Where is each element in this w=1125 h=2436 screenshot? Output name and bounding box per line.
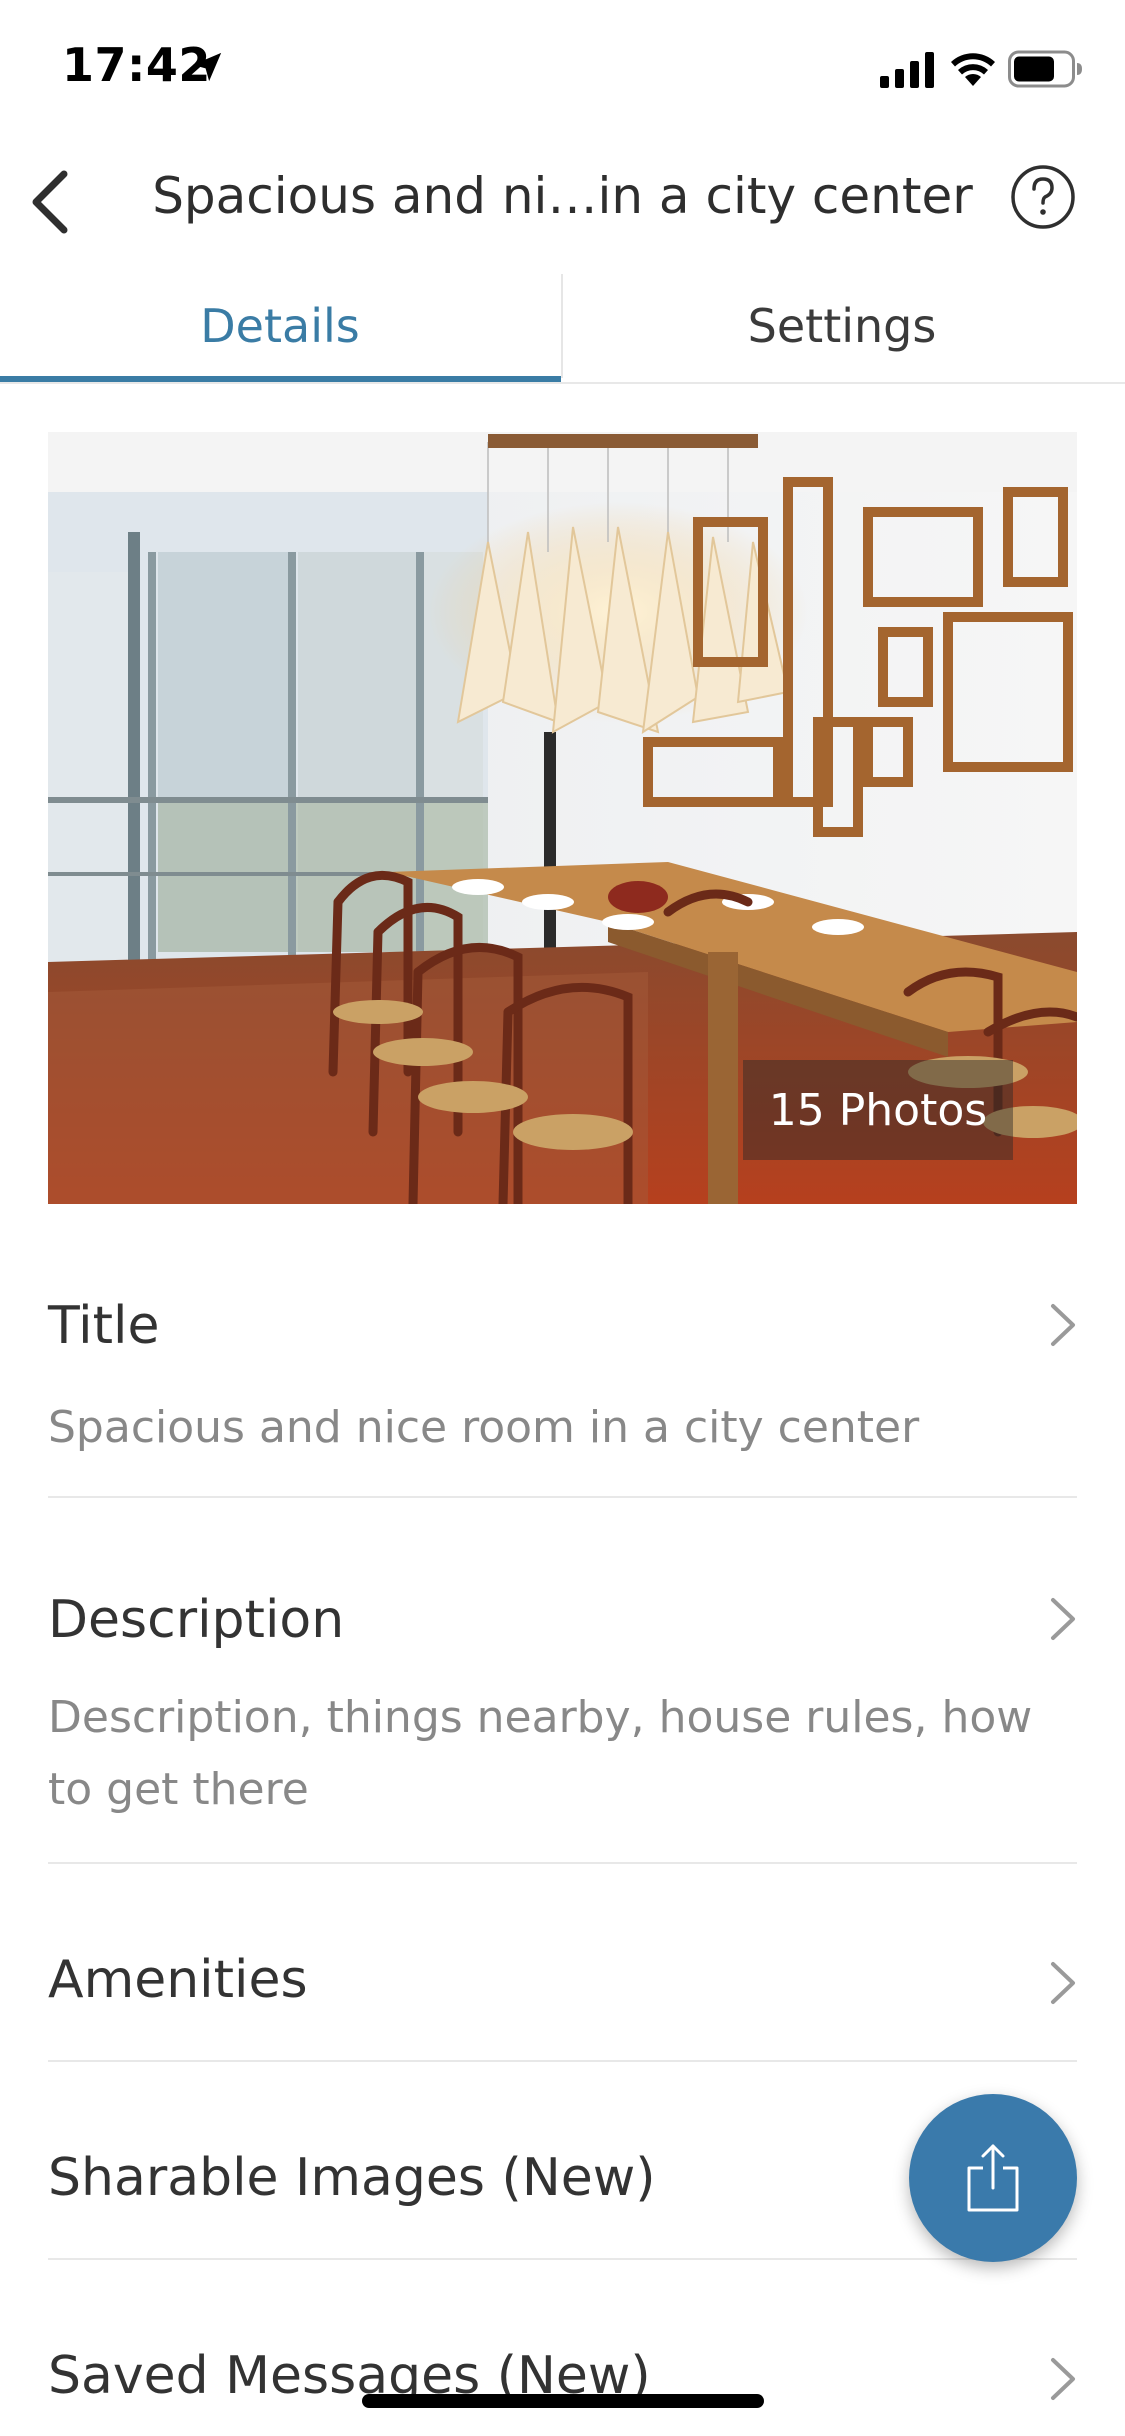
- row-amenities-label: Amenities: [48, 1950, 308, 2010]
- photo-count-badge: 15 Photos: [743, 1060, 1013, 1160]
- saved-messages-row[interactable]: Saved Messages (New): [48, 2346, 1077, 2426]
- wifi-icon: [951, 53, 995, 86]
- amenities-row[interactable]: Amenities: [48, 1950, 1077, 2030]
- chevron-right-icon: [1051, 2358, 1075, 2400]
- active-tab-indicator: [0, 376, 561, 382]
- status-bar: 17:42: [0, 0, 1125, 140]
- chevron-right-icon: [1051, 1598, 1075, 1640]
- tab-details[interactable]: Details: [0, 270, 560, 382]
- divider: [48, 2258, 1077, 2260]
- cellular-signal-icon: [880, 52, 934, 88]
- battery-icon: [1008, 50, 1082, 88]
- divider: [48, 1496, 1077, 1498]
- tab-settings[interactable]: Settings: [562, 270, 1122, 382]
- tab-bar: Details Settings: [0, 270, 1125, 384]
- listing-details-screen: 17:42 Spacious and ni…in a city center D…: [0, 0, 1125, 2436]
- status-time: 17:42: [62, 38, 211, 92]
- row-sharable-images-label: Sharable Images (New): [48, 2148, 656, 2208]
- share-button[interactable]: [909, 2094, 1077, 2262]
- description-row[interactable]: Description Description, things nearby, …: [48, 1590, 1077, 1860]
- row-title-value: Spacious and nice room in a city center: [48, 1402, 920, 1453]
- question-circle-icon[interactable]: [1010, 164, 1076, 230]
- share-icon: [967, 2144, 1019, 2212]
- row-title-label: Title: [48, 1296, 160, 1356]
- navigation-bar: Spacious and ni…in a city center: [0, 140, 1125, 260]
- page-title: Spacious and ni…in a city center: [152, 167, 973, 225]
- chevron-right-icon: [1051, 1962, 1075, 2004]
- location-arrow-icon: [192, 52, 222, 82]
- divider: [48, 1862, 1077, 1864]
- row-description-value: Description, things nearby, house rules,…: [48, 1692, 1033, 1815]
- divider: [48, 2060, 1077, 2062]
- chevron-left-icon[interactable]: [20, 164, 80, 240]
- row-description-label: Description: [48, 1590, 345, 1650]
- chevron-right-icon: [1051, 1304, 1075, 1346]
- home-indicator[interactable]: [362, 2394, 764, 2408]
- title-row[interactable]: Title Spacious and nice room in a city c…: [48, 1296, 1077, 1496]
- listing-photo[interactable]: 15 Photos: [48, 432, 1077, 1204]
